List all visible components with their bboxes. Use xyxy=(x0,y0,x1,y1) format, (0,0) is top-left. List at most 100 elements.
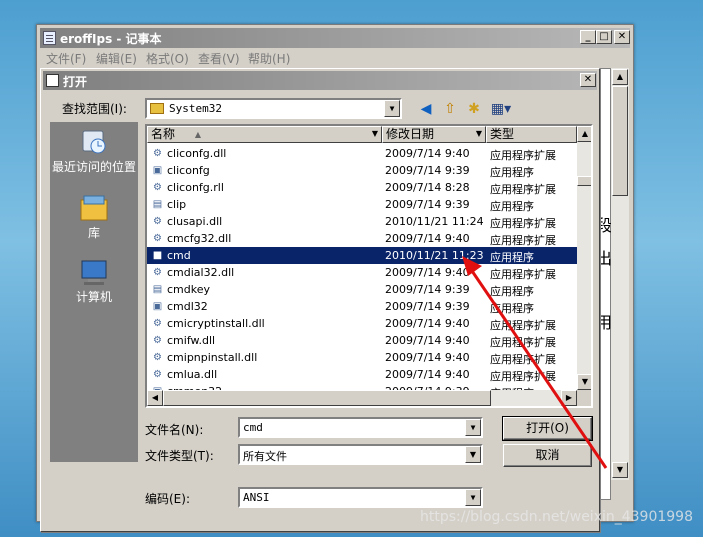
column-type[interactable]: 类型 xyxy=(486,126,577,143)
column-date[interactable]: 修改日期 ▼ xyxy=(382,126,486,143)
chevron-down-icon[interactable]: ▼ xyxy=(384,100,400,117)
scroll-corner xyxy=(577,390,591,406)
open-button[interactable]: 打开(O) xyxy=(502,416,593,441)
view-menu-icon[interactable]: ▦▾ xyxy=(489,99,513,119)
file-row[interactable]: ▤ cmdkey 2009/7/14 9:39 应用程序 xyxy=(147,281,577,298)
encoding-label: 编码(E): xyxy=(145,492,190,506)
file-type: 应用程序扩展 xyxy=(490,370,556,383)
file-name: cliconfg.rll xyxy=(167,181,224,194)
filetype-label: 文件类型(T): xyxy=(145,449,214,463)
scroll-left-arrow-icon[interactable]: ◀ xyxy=(147,390,163,406)
place-recent[interactable]: 最近访问的位置 xyxy=(50,128,138,174)
file-row[interactable]: ▤ clip 2009/7/14 9:39 应用程序 xyxy=(147,196,577,213)
file-type: 应用程序 xyxy=(490,285,534,298)
scroll-down-arrow-icon[interactable]: ▼ xyxy=(577,374,591,390)
chevron-down-icon[interactable]: ▼ xyxy=(465,489,481,506)
maximize-button[interactable]: □ xyxy=(596,30,612,44)
scroll-thumb[interactable] xyxy=(577,176,591,186)
menu-edit[interactable]: 编辑(E) xyxy=(96,50,137,67)
file-date: 2010/11/21 11:24 xyxy=(385,215,484,228)
console-app-icon: ▤ xyxy=(152,284,163,295)
list-vertical-scrollbar[interactable]: ▲ ▼ xyxy=(577,126,591,390)
open-dialog: 打开 ✕ 查找范围(I): System32 ▼ ◀ ⇧ ✱ ▦▾ 最近访问的位… xyxy=(40,68,600,532)
file-row[interactable]: ⚙ cmlua.dll 2009/7/14 9:40 应用程序扩展 xyxy=(147,366,577,383)
chevron-down-icon[interactable]: ▼ xyxy=(465,446,481,463)
file-row[interactable]: ⚙ cmcfg32.dll 2009/7/14 9:40 应用程序扩展 xyxy=(147,230,577,247)
look-in-label: 查找范围(I): xyxy=(62,102,127,116)
dll-icon: ⚙ xyxy=(153,216,162,227)
encoding-value: ANSI xyxy=(243,491,270,504)
scroll-up-arrow-icon[interactable]: ▲ xyxy=(612,69,628,85)
filetype-select[interactable]: 所有文件 ▼ xyxy=(238,444,483,465)
cancel-button[interactable]: 取消 xyxy=(503,444,592,467)
file-row[interactable]: ⚙ clusapi.dll 2010/11/21 11:24 应用程序扩展 xyxy=(147,213,577,230)
new-folder-icon[interactable]: ✱ xyxy=(464,99,484,119)
folder-icon xyxy=(150,103,164,114)
dialog-titlebar[interactable]: 打开 ✕ xyxy=(43,71,597,90)
menu-file[interactable]: 文件(F) xyxy=(46,50,86,67)
scroll-thumb[interactable] xyxy=(163,390,491,406)
dll-icon: ⚙ xyxy=(153,369,162,380)
menu-format[interactable]: 格式(O) xyxy=(146,50,189,67)
column-dropdown-icon[interactable]: ▼ xyxy=(476,127,482,141)
file-name: cmd xyxy=(167,249,191,262)
file-name: cmcfg32.dll xyxy=(167,232,232,245)
list-horizontal-scrollbar[interactable]: ◀ ▶ xyxy=(147,390,577,406)
file-type: 应用程序 xyxy=(490,251,534,264)
notepad-titlebar[interactable]: eroffIps - 记事本 _ □ ✕ xyxy=(40,28,630,48)
place-recent-label: 最近访问的位置 xyxy=(51,160,136,174)
scroll-right-arrow-icon[interactable]: ▶ xyxy=(561,390,577,406)
column-type-label: 类型 xyxy=(490,127,515,141)
app-icon: ▣ xyxy=(152,301,163,312)
place-libraries-label: 库 xyxy=(87,226,100,240)
menu-help[interactable]: 帮助(H) xyxy=(248,50,290,67)
menu-view[interactable]: 查看(V) xyxy=(198,50,240,67)
file-name: cliconfg.dll xyxy=(167,147,227,160)
sort-up-icon: ▲ xyxy=(194,130,201,139)
file-date: 2009/7/14 9:39 xyxy=(385,198,470,211)
file-row[interactable]: ⚙ cliconfg.dll 2009/7/14 9:40 应用程序扩展 xyxy=(147,145,577,162)
places-bar: 最近访问的位置 库 计算机 xyxy=(50,122,138,462)
file-row[interactable]: ⚙ cmipnpinstall.dll 2009/7/14 9:40 应用程序扩展 xyxy=(147,349,577,366)
file-row[interactable]: ■ cmd 2010/11/21 11:23 应用程序 xyxy=(147,247,577,264)
minimize-button[interactable]: _ xyxy=(580,30,596,44)
column-dropdown-icon[interactable]: ▼ xyxy=(372,127,378,141)
file-row[interactable]: ⚙ cmdial32.dll 2009/7/14 9:40 应用程序扩展 xyxy=(147,264,577,281)
file-row[interactable]: ▣ cmdl32 2009/7/14 9:39 应用程序 xyxy=(147,298,577,315)
file-name: cmifw.dll xyxy=(167,334,216,347)
file-type: 应用程序 xyxy=(490,166,534,179)
file-type: 应用程序 xyxy=(490,200,534,213)
file-row[interactable]: ⚙ cmicryptinstall.dll 2009/7/14 9:40 应用程序扩展 xyxy=(147,315,577,332)
close-button[interactable]: ✕ xyxy=(614,30,630,44)
file-row[interactable]: ⚙ cmifw.dll 2009/7/14 9:40 应用程序扩展 xyxy=(147,332,577,349)
place-libraries[interactable]: 库 xyxy=(50,194,138,240)
column-name-label: 名称 xyxy=(151,127,176,141)
dialog-close-button[interactable]: ✕ xyxy=(580,73,596,87)
chevron-down-icon[interactable]: ▼ xyxy=(465,419,481,436)
file-row[interactable]: ⚙ cliconfg.rll 2009/7/14 8:28 应用程序扩展 xyxy=(147,179,577,196)
file-date: 2010/11/21 11:23 xyxy=(385,249,484,262)
scroll-thumb[interactable] xyxy=(612,86,628,196)
column-name[interactable]: 名称 ▲ ▼ xyxy=(147,126,382,143)
up-folder-icon[interactable]: ⇧ xyxy=(440,99,460,119)
column-date-label: 修改日期 xyxy=(386,127,435,141)
watermark: https://blog.csdn.net/weixin_43901998 xyxy=(419,509,693,525)
notepad-menubar: 文件(F) 编辑(E) 格式(O) 查看(V) 帮助(H) xyxy=(40,48,630,67)
notepad-title: eroffIps - 记事本 xyxy=(60,32,162,46)
scroll-down-arrow-icon[interactable]: ▼ xyxy=(612,462,628,478)
look-in-combo[interactable]: System32 ▼ xyxy=(145,98,402,119)
back-icon[interactable]: ◀ xyxy=(416,99,436,119)
file-name: cmdkey xyxy=(167,283,211,296)
file-row[interactable]: ▣ cliconfg 2009/7/14 9:39 应用程序 xyxy=(147,162,577,179)
place-computer[interactable]: 计算机 xyxy=(50,258,138,304)
file-list[interactable]: 名称 ▲ ▼ 修改日期 ▼ 类型 ⚙ cliconfg.dll 2009/7/14 … xyxy=(145,124,593,408)
libraries-icon xyxy=(78,194,110,224)
filetype-value: 所有文件 xyxy=(243,450,287,463)
dll-icon: ⚙ xyxy=(153,148,162,159)
filename-input[interactable]: cmd ▼ xyxy=(238,417,483,438)
scroll-up-arrow-icon[interactable]: ▲ xyxy=(577,126,591,142)
file-name: cmlua.dll xyxy=(167,368,218,381)
file-name: cmipnpinstall.dll xyxy=(167,351,258,364)
encoding-select[interactable]: ANSI ▼ xyxy=(238,487,483,508)
notepad-vertical-scrollbar[interactable]: ▲ ▼ xyxy=(611,68,629,480)
